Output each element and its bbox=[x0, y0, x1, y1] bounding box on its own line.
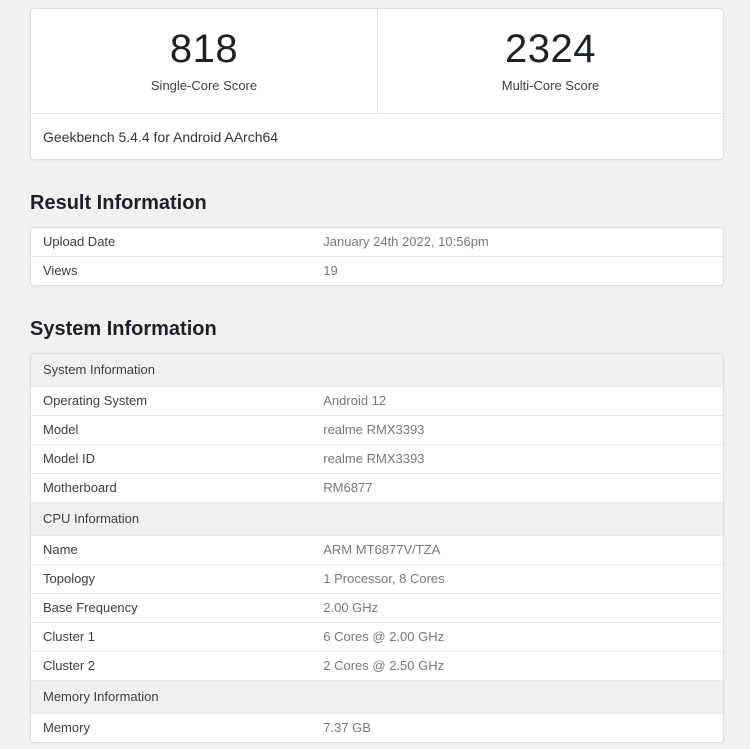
group-header-memory: Memory Information bbox=[31, 680, 723, 713]
table-row-operating-system: Operating System Android 12 bbox=[31, 386, 723, 415]
multi-core-score-value: 2324 bbox=[505, 27, 596, 71]
result-information-heading: Result Information bbox=[30, 192, 207, 214]
result-information-table: Upload Date January 24th 2022, 10:56pm V… bbox=[30, 227, 724, 286]
row-label: Topology bbox=[43, 571, 96, 586]
row-value: ARM MT6877V/TZA bbox=[323, 542, 441, 557]
row-label: Model bbox=[43, 422, 79, 437]
group-header-label: CPU Information bbox=[43, 511, 140, 526]
table-row-base-frequency: Base Frequency 2.00 GHz bbox=[31, 593, 723, 622]
table-row-model-id: Model ID realme RMX3393 bbox=[31, 444, 723, 473]
row-label: Cluster 2 bbox=[43, 658, 96, 673]
row-value: RM6877 bbox=[323, 480, 373, 495]
row-label: Views bbox=[43, 263, 78, 278]
single-core-score-label: Single-Core Score bbox=[150, 78, 258, 93]
row-label: Motherboard bbox=[43, 480, 117, 495]
table-row-model: Model realme RMX3393 bbox=[31, 415, 723, 444]
single-core-score-value: 818 bbox=[169, 27, 239, 71]
row-value: 7.37 GB bbox=[323, 720, 371, 735]
row-label: Upload Date bbox=[43, 234, 116, 249]
table-row-topology: Topology 1 Processor, 8 Cores bbox=[31, 564, 723, 593]
system-information-heading: System Information bbox=[30, 318, 217, 340]
row-label: Model ID bbox=[43, 451, 96, 466]
table-row-cluster-2: Cluster 2 2 Cores @ 2.50 GHz bbox=[31, 651, 723, 680]
score-summary-card: 818 Single-Core Score 2324 Multi-Core Sc… bbox=[30, 8, 724, 160]
single-core-score-panel: 818 Single-Core Score bbox=[31, 9, 377, 113]
row-value: 6 Cores @ 2.00 GHz bbox=[323, 629, 445, 644]
row-label: Cluster 1 bbox=[43, 629, 96, 644]
table-row-cluster-1: Cluster 1 6 Cores @ 2.00 GHz bbox=[31, 622, 723, 651]
group-header-cpu: CPU Information bbox=[31, 502, 723, 535]
group-header-label: System Information bbox=[43, 362, 155, 377]
row-value: 2.00 GHz bbox=[323, 600, 379, 615]
system-information-table: System Information Operating System Andr… bbox=[30, 353, 724, 743]
table-row-cpu-name: Name ARM MT6877V/TZA bbox=[31, 535, 723, 564]
table-row-upload-date: Upload Date January 24th 2022, 10:56pm bbox=[31, 228, 723, 256]
row-label: Memory bbox=[43, 720, 90, 735]
row-value: 19 bbox=[323, 263, 338, 278]
table-row-views: Views 19 bbox=[31, 256, 723, 285]
row-label: Base Frequency bbox=[43, 600, 138, 615]
row-value: realme RMX3393 bbox=[323, 422, 425, 437]
row-value: 2 Cores @ 2.50 GHz bbox=[323, 658, 445, 673]
row-value: Android 12 bbox=[323, 393, 387, 408]
row-value: realme RMX3393 bbox=[323, 451, 425, 466]
benchmark-version-text: Geekbench 5.4.4 for Android AArch64 bbox=[43, 128, 279, 145]
row-value: 1 Processor, 8 Cores bbox=[323, 571, 445, 586]
row-label: Name bbox=[43, 542, 78, 557]
geekbench-result-page: 818 Single-Core Score 2324 Multi-Core Sc… bbox=[0, 0, 750, 743]
group-header-label: Memory Information bbox=[43, 689, 159, 704]
row-value: January 24th 2022, 10:56pm bbox=[323, 234, 489, 249]
benchmark-version-row: Geekbench 5.4.4 for Android AArch64 bbox=[31, 113, 723, 159]
score-grid: 818 Single-Core Score 2324 Multi-Core Sc… bbox=[31, 9, 723, 113]
multi-core-score-panel: 2324 Multi-Core Score bbox=[377, 9, 723, 113]
group-header-system: System Information bbox=[31, 354, 723, 386]
multi-core-score-label: Multi-Core Score bbox=[501, 78, 600, 93]
row-label: Operating System bbox=[43, 393, 148, 408]
table-row-memory: Memory 7.37 GB bbox=[31, 713, 723, 742]
table-row-motherboard: Motherboard RM6877 bbox=[31, 473, 723, 502]
